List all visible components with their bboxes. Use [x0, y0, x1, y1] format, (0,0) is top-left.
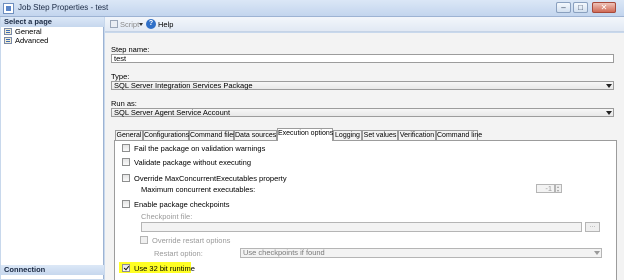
validate-without-executing-label: Validate package without executing	[134, 158, 252, 167]
chevron-up-icon	[557, 186, 559, 188]
max-concurrent-spinner[interactable]	[555, 184, 562, 193]
tab-verification[interactable]: Verification	[398, 130, 436, 140]
nav-item-general[interactable]: General	[4, 27, 42, 36]
nav-item-label: General	[15, 27, 42, 36]
run-as-select-value: SQL Server Agent Service Account	[114, 108, 231, 117]
use-32bit-label: Use 32 bit runtime	[134, 264, 195, 273]
tab-set-values[interactable]: Set values	[362, 130, 398, 140]
checkpoint-file-label: Checkpoint file:	[141, 212, 193, 221]
toolbar	[105, 17, 624, 32]
chevron-down-icon	[594, 251, 600, 255]
page-icon	[4, 37, 12, 44]
fail-on-warnings-checkbox[interactable]	[122, 144, 130, 152]
tab-general[interactable]: General	[115, 130, 143, 140]
tab-data-sources[interactable]: Data sources	[234, 130, 277, 140]
help-icon: ?	[146, 19, 156, 29]
maximize-button[interactable]: □	[573, 2, 588, 13]
enable-checkpoints-label: Enable package checkpoints	[134, 200, 230, 209]
page-selector-pane: Select a page General Advanced Connectio…	[1, 17, 104, 279]
browse-button[interactable]: ...	[585, 222, 600, 232]
help-button[interactable]: Help	[158, 20, 173, 29]
script-button[interactable]: Script	[120, 20, 139, 29]
close-button[interactable]: ✕	[592, 2, 616, 13]
script-icon	[110, 20, 118, 28]
type-label: Type:	[111, 72, 130, 81]
use-32bit-checkbox[interactable]	[122, 264, 130, 272]
run-as-select[interactable]: SQL Server Agent Service Account	[111, 108, 614, 117]
fail-on-warnings-label: Fail the package on validation warnings	[134, 144, 266, 153]
connection-header: Connection	[1, 265, 104, 275]
page-icon	[4, 28, 12, 35]
override-max-concurrent-label: Override MaxConcurrentExecutables proper…	[134, 174, 287, 183]
checkpoint-file-input[interactable]	[141, 222, 582, 232]
override-restart-checkbox[interactable]	[140, 236, 148, 244]
restart-option-label: Restart option:	[154, 249, 203, 258]
chevron-down-icon	[557, 190, 559, 192]
window-title: Job Step Properties - test	[18, 3, 109, 12]
tab-command-files[interactable]: Command files	[189, 130, 237, 140]
run-as-label: Run as:	[111, 99, 137, 108]
tab-configurations[interactable]: Configurations	[143, 130, 189, 140]
nav-item-advanced[interactable]: Advanced	[4, 36, 48, 45]
enable-checkpoints-checkbox[interactable]	[122, 200, 130, 208]
step-name-field[interactable]: test	[111, 54, 614, 63]
tab-logging[interactable]: Logging	[333, 130, 362, 140]
tab-command-line[interactable]: Command line	[436, 130, 482, 140]
script-dropdown-icon[interactable]	[139, 23, 143, 26]
minimize-button[interactable]: –	[556, 2, 571, 13]
override-max-concurrent-checkbox[interactable]	[122, 174, 130, 182]
step-name-label: Step name:	[111, 45, 150, 54]
restart-option-select[interactable]: Use checkpoints if found	[240, 248, 602, 258]
max-concurrent-label: Maximum concurrent executables:	[141, 185, 256, 194]
chevron-down-icon	[606, 111, 612, 115]
chevron-down-icon	[606, 84, 612, 88]
tab-execution-options[interactable]: Execution options	[277, 128, 333, 141]
type-select[interactable]: SQL Server Integration Services Package	[111, 81, 614, 90]
validate-without-executing-checkbox[interactable]	[122, 158, 130, 166]
select-page-header: Select a page	[1, 17, 104, 27]
restart-option-value: Use checkpoints if found	[243, 248, 325, 257]
window-app-icon	[3, 3, 14, 14]
max-concurrent-input[interactable]: -1	[536, 184, 555, 193]
nav-item-label: Advanced	[15, 36, 49, 45]
type-select-value: SQL Server Integration Services Package	[114, 81, 253, 90]
override-restart-label: Override restart options	[152, 236, 231, 245]
